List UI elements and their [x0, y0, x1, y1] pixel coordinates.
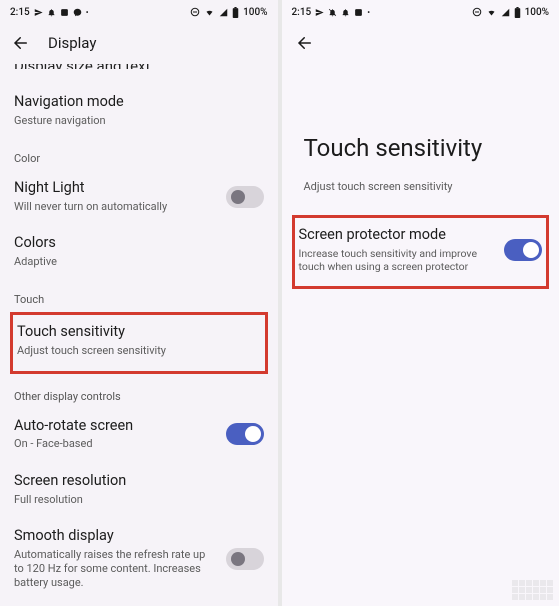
- screen-protector-toggle[interactable]: [504, 239, 542, 261]
- signal-icon: [219, 8, 228, 17]
- item-subtitle: Automatically raises the refresh rate up…: [14, 548, 216, 591]
- list-item-navigation-mode[interactable]: Navigation mode Gesture navigation: [14, 83, 264, 138]
- list-item-touch-sensitivity[interactable]: Touch sensitivity Adjust touch screen se…: [17, 321, 261, 360]
- wifi-icon: [486, 8, 497, 17]
- app-icon: [60, 8, 69, 17]
- page-title: Display: [48, 34, 96, 52]
- send-icon: [315, 8, 324, 17]
- signal-icon: [501, 8, 510, 17]
- page-subtitle: Adjust touch screen sensitivity: [296, 180, 546, 213]
- item-title: Screen resolution: [14, 472, 264, 491]
- status-right: 100%: [190, 7, 267, 18]
- auto-rotate-toggle[interactable]: [226, 423, 264, 445]
- item-title: Colors: [14, 234, 264, 253]
- item-title: Screen protector mode: [299, 226, 495, 245]
- smooth-display-toggle[interactable]: [226, 548, 264, 570]
- item-title: Navigation mode: [14, 93, 264, 112]
- app-bar: [282, 22, 559, 64]
- status-time: 2:15: [10, 7, 30, 18]
- bell-icon: [341, 8, 350, 17]
- item-subtitle: Adaptive: [14, 255, 264, 269]
- settings-list[interactable]: Display size and text Navigation mode Ge…: [0, 64, 278, 606]
- section-header-touch: Touch: [14, 279, 264, 310]
- list-item-colors[interactable]: Colors Adaptive: [14, 224, 264, 279]
- back-arrow-icon[interactable]: [296, 34, 314, 52]
- bell-icon: [47, 8, 56, 17]
- dot-icon: •: [367, 8, 370, 17]
- list-item-screen-resolution[interactable]: Screen resolution Full resolution: [14, 462, 264, 517]
- item-subtitle: On - Face-based: [14, 437, 216, 451]
- watermark: [512, 580, 553, 600]
- item-title: Night Light: [14, 179, 216, 198]
- app-bar: Display: [0, 22, 278, 64]
- battery-percent: 100%: [525, 7, 549, 18]
- back-arrow-icon[interactable]: [12, 34, 30, 52]
- item-subtitle: Gesture navigation: [14, 114, 264, 128]
- item-subtitle: Full resolution: [14, 493, 264, 507]
- messenger-icon: [73, 8, 82, 17]
- item-title: Touch sensitivity: [17, 323, 261, 342]
- dnd-icon: [472, 7, 482, 17]
- status-bar: 2:15 • 100%: [282, 0, 559, 22]
- wifi-icon: [204, 8, 215, 17]
- list-item-smooth-display[interactable]: Smooth display Automatically raises the …: [14, 517, 264, 601]
- dot-icon: •: [86, 8, 89, 17]
- list-item-screen-protector-mode[interactable]: Screen protector mode Increase touch sen…: [299, 224, 543, 276]
- page-title: Touch sensitivity: [296, 64, 546, 180]
- dnd-icon: [190, 7, 200, 17]
- night-light-toggle[interactable]: [226, 186, 264, 208]
- highlight-touch-sensitivity: Touch sensitivity Adjust touch screen se…: [10, 312, 268, 373]
- item-subtitle: Adjust touch screen sensitivity: [17, 344, 261, 358]
- status-right: 100%: [472, 7, 549, 18]
- item-subtitle: Will never turn on automatically: [14, 200, 216, 214]
- list-item-truncated[interactable]: Display size and text: [14, 64, 264, 69]
- status-time: 2:15: [292, 7, 312, 18]
- section-header-other: Other display controls: [14, 376, 264, 407]
- mute-icon: [328, 8, 337, 17]
- highlight-screen-protector: Screen protector mode Increase touch sen…: [292, 215, 550, 289]
- app-icon: [354, 8, 363, 17]
- status-left: 2:15 •: [10, 7, 88, 18]
- list-item-auto-rotate[interactable]: Auto-rotate screen On - Face-based: [14, 407, 264, 462]
- touch-sensitivity-content: Touch sensitivity Adjust touch screen se…: [282, 64, 559, 606]
- send-icon: [34, 8, 43, 17]
- battery-icon: [514, 7, 521, 18]
- screen-touch-sensitivity: 2:15 • 100% Touch sensitivity Adjust tou…: [282, 0, 559, 606]
- item-subtitle: Increase touch sensitivity and improve t…: [299, 247, 495, 274]
- screen-display-settings: 2:15 • 100% Display Display size and tex…: [0, 0, 278, 606]
- status-bar: 2:15 • 100%: [0, 0, 278, 22]
- status-left: 2:15 •: [292, 7, 370, 18]
- item-title: Auto-rotate screen: [14, 417, 216, 436]
- battery-percent: 100%: [243, 7, 267, 18]
- section-header-color: Color: [14, 138, 264, 169]
- list-item-night-light[interactable]: Night Light Will never turn on automatic…: [14, 169, 264, 224]
- item-title: Smooth display: [14, 527, 216, 546]
- battery-icon: [232, 7, 239, 18]
